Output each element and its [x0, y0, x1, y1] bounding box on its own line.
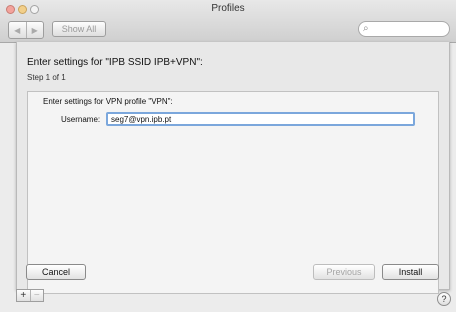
search-field[interactable]: ⌕ [358, 21, 450, 37]
username-label: Username: [61, 115, 101, 124]
vpn-settings-panel: Enter settings for VPN profile "VPN": Us… [27, 91, 439, 294]
search-icon: ⌕ [363, 23, 369, 34]
username-input[interactable] [106, 112, 415, 126]
window-title: Profiles [211, 3, 245, 14]
vpn-settings-heading: Enter settings for VPN profile "VPN": [43, 97, 173, 106]
help-button[interactable]: ? [437, 292, 451, 306]
install-button[interactable]: Install [382, 264, 439, 280]
show-all-button[interactable]: Show All [52, 21, 106, 37]
settings-sheet: Enter settings for "IPB SSID IPB+VPN": S… [16, 42, 450, 294]
cancel-button[interactable]: Cancel [26, 264, 86, 280]
remove-profile-button[interactable]: − [29, 290, 44, 301]
forward-arrow-icon[interactable]: ▶ [25, 22, 44, 38]
title-bar: Profiles ◀ ▶ Show All ⌕ [0, 0, 456, 43]
add-profile-button[interactable]: + [17, 290, 30, 301]
search-input[interactable] [375, 23, 443, 35]
profiles-window: Profiles ◀ ▶ Show All ⌕ Enter settings f… [0, 0, 456, 312]
step-indicator: Step 1 of 1 [27, 73, 66, 82]
previous-button[interactable]: Previous [313, 264, 375, 280]
back-arrow-icon[interactable]: ◀ [9, 22, 26, 38]
sheet-heading: Enter settings for "IPB SSID IPB+VPN": [27, 57, 203, 68]
add-remove-control: + − [16, 289, 44, 302]
back-forward-control: ◀ ▶ [8, 21, 44, 39]
